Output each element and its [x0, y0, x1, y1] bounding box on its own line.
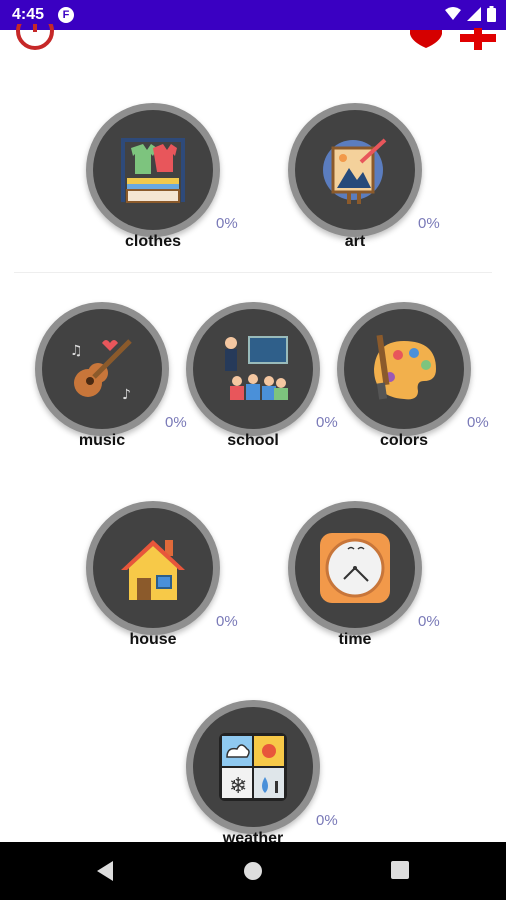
clothes-rack-icon [93, 110, 213, 230]
toolbar [0, 24, 506, 60]
category-label: art [344, 233, 366, 250]
wifi-icon [445, 7, 461, 20]
category-colors[interactable]: 0% colors [337, 302, 489, 462]
home-icon[interactable] [243, 861, 263, 881]
svg-text:♫: ♫ [70, 343, 83, 359]
progress-percent: 0% [316, 414, 338, 431]
category-ring [86, 501, 220, 635]
category-ring [337, 302, 471, 436]
category-art[interactable]: 0% art [288, 103, 440, 263]
progress-percent: 0% [216, 215, 238, 232]
progress-percent: 0% [418, 215, 440, 232]
category-ring: ❄ [186, 700, 320, 834]
category-label: house [129, 631, 177, 648]
back-icon[interactable] [95, 861, 115, 881]
weather-icon: ❄ [193, 707, 313, 827]
system-nav-bar [0, 842, 506, 900]
f-app-icon: F [58, 7, 74, 23]
category-music[interactable]: ♫ ♪ 0% music [35, 302, 187, 462]
svg-text:❄: ❄ [229, 774, 247, 799]
progress-percent: 0% [316, 812, 338, 829]
system-icons [445, 6, 496, 22]
category-label: clothes [124, 233, 181, 250]
category-ring [288, 103, 422, 237]
svg-text:♪: ♪ [122, 387, 131, 403]
classroom-icon [193, 309, 313, 429]
progress-percent: 0% [216, 613, 238, 630]
clock-icon [295, 508, 415, 628]
power-icon[interactable] [14, 24, 56, 52]
progress-percent: 0% [165, 414, 187, 431]
plus-icon[interactable] [460, 28, 496, 57]
guitar-icon: ♫ ♪ [42, 309, 162, 429]
category-time[interactable]: 0% time [288, 501, 440, 661]
progress-percent: 0% [467, 414, 489, 431]
category-ring: ♫ ♪ [35, 302, 169, 436]
status-bar: 4:45 F [0, 0, 506, 30]
battery-icon [487, 6, 496, 22]
progress-percent: 0% [418, 613, 440, 630]
status-time: 4:45 [12, 6, 45, 23]
house-icon [93, 508, 213, 628]
recents-icon[interactable] [391, 861, 409, 879]
category-label: colors [379, 432, 428, 449]
category-clothes[interactable]: 0% clothes [86, 103, 238, 263]
heart-icon[interactable] [410, 30, 442, 53]
category-ring [86, 103, 220, 237]
easel-painting-icon [295, 110, 415, 230]
category-ring [288, 501, 422, 635]
category-label: time [338, 631, 372, 648]
signal-icon [467, 7, 481, 21]
category-house[interactable]: 0% house [86, 501, 238, 661]
category-weather[interactable]: ❄ 0% weather [186, 700, 338, 860]
category-school[interactable]: 0% school [186, 302, 338, 462]
palette-icon [344, 309, 464, 429]
category-ring [186, 302, 320, 436]
row-divider [14, 272, 492, 273]
